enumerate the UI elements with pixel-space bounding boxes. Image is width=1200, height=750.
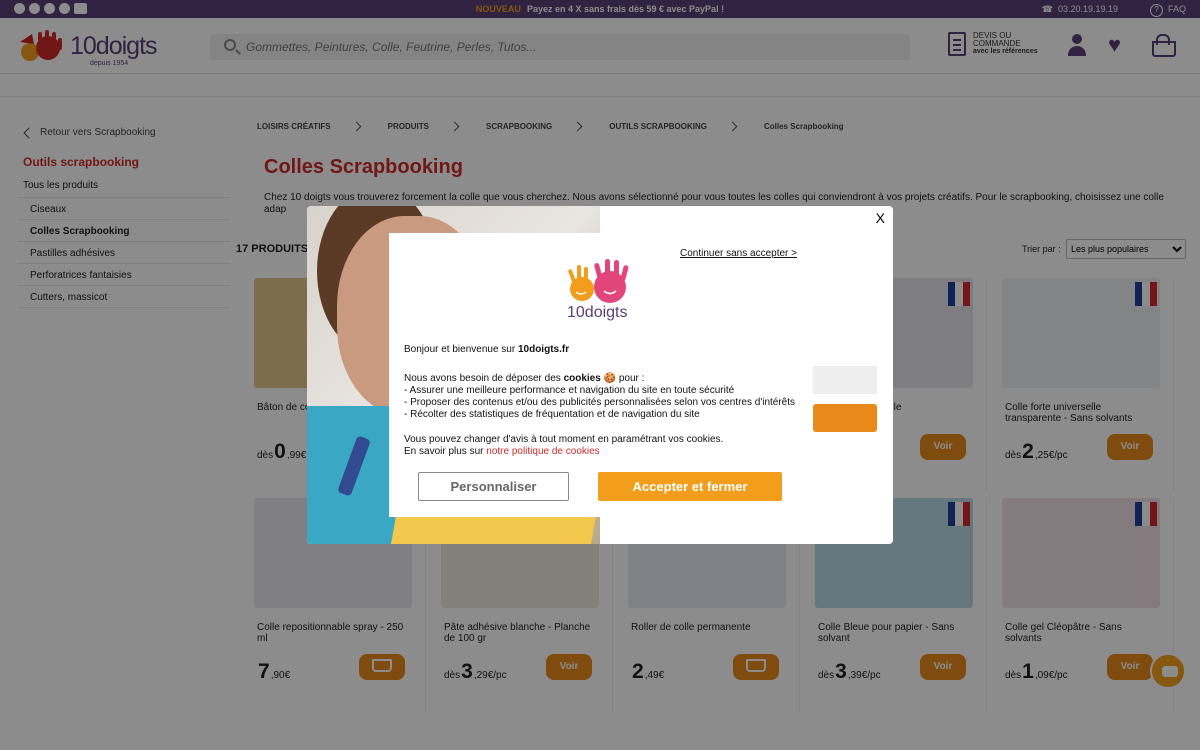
cookie-change-line: Vous pouvez changer d'avis à tout moment… xyxy=(404,434,724,445)
cookie-greeting: Bonjour et bienvenue sur 10doigts.fr xyxy=(404,344,569,356)
greeting-site: 10doigts.fr xyxy=(517,344,570,355)
cookie-policy-link[interactable]: notre politique de cookies xyxy=(486,446,599,457)
continue-without-accepting-link[interactable]: Continuer sans accepter > xyxy=(680,248,797,260)
need-word: cookies xyxy=(563,373,601,384)
newsletter-submit-button[interactable] xyxy=(813,404,877,432)
newsletter-email-field[interactable] xyxy=(813,366,877,394)
greeting-prefix: Bonjour et bienvenue sur xyxy=(404,344,518,355)
cookie-logo-text: 10doigts xyxy=(567,304,628,321)
need-prefix: Nous avons besoin de déposer des xyxy=(404,373,564,384)
cookie-consent-dialog: Continuer sans accepter > 10doigts Bonjo… xyxy=(389,233,811,517)
cookie-bullet: - Proposer des contenus et/ou des public… xyxy=(404,397,796,408)
popup-close-button[interactable]: X xyxy=(876,210,885,226)
cookie-bullet: - Assurer une meilleure performance et n… xyxy=(404,385,735,396)
cookie-need-line: Nous avons besoin de déposer des cookies… xyxy=(404,373,804,385)
more-prefix: En savoir plus sur xyxy=(404,446,487,457)
accept-and-close-button[interactable]: Accepter et fermer xyxy=(598,472,782,501)
hands-logo-icon xyxy=(568,259,629,303)
cookie-purposes: Nous avons besoin de déposer des cookies… xyxy=(404,373,804,421)
cookie-change-text: Vous pouvez changer d'avis à tout moment… xyxy=(404,434,804,458)
need-suffix: 🍪 pour : xyxy=(600,373,645,384)
cookie-bullet: - Récolter des statistiques de fréquenta… xyxy=(404,409,700,420)
cookie-more-line: En savoir plus sur notre politique de co… xyxy=(404,446,804,458)
customize-cookies-button[interactable]: Personnaliser xyxy=(418,472,569,501)
